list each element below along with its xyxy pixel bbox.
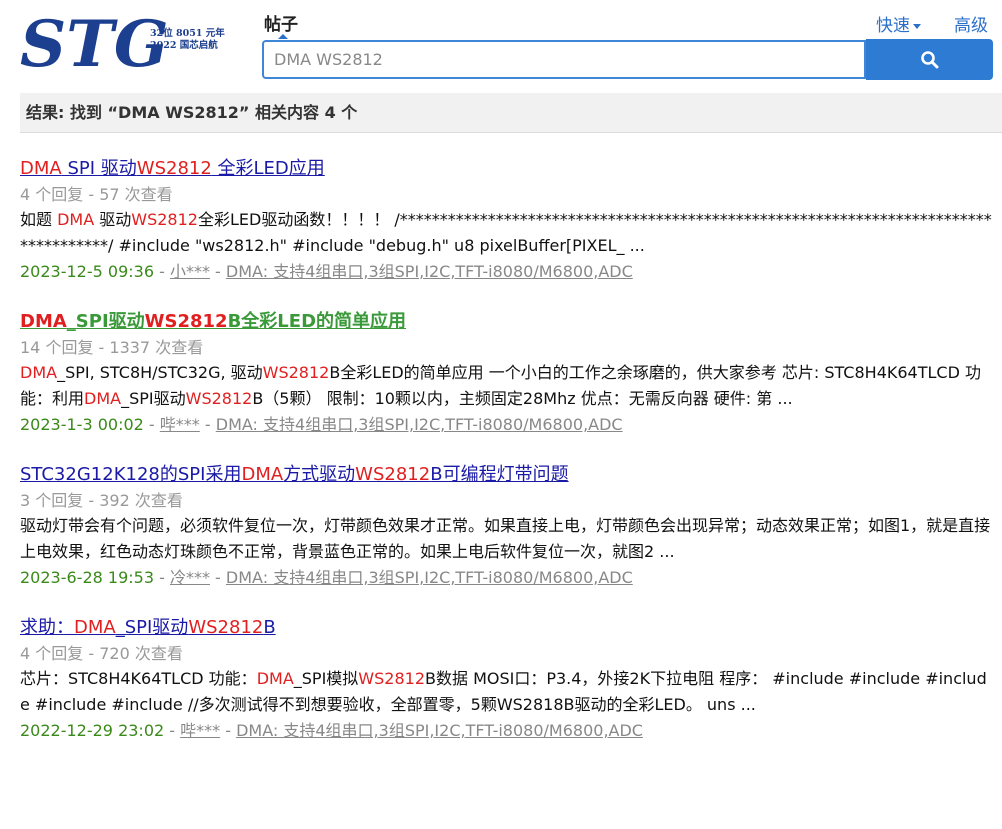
result-stats: 4 个回复 - 57 次查看: [20, 185, 173, 204]
result-date: 2023-12-5 09:36: [20, 262, 154, 281]
result-title-link[interactable]: DMA SPI 驱动WS2812 全彩LED应用: [20, 155, 995, 182]
result-snippet: DMA_SPI, STC8H/STC32G, 驱动WS2812B全彩LED的简单…: [20, 360, 995, 412]
result-author-link[interactable]: 小***: [170, 262, 210, 281]
logo-text: STG: [20, 7, 169, 80]
title-text: B全彩LED的简单应用: [227, 311, 407, 332]
title-highlight: DMA: [241, 464, 284, 485]
quick-search-dropdown[interactable]: 快速: [876, 11, 921, 36]
separator: -: [220, 721, 237, 740]
result-snippet: 芯片：STC8H4K64TLCD 功能：DMA_SPI模拟WS2812B数据 M…: [20, 666, 995, 718]
snippet-text: 驱动: [94, 210, 132, 229]
snippet-text: 驱动灯带会有个问题，必须软件复位一次，灯带颜色效果才正常。如果直接上电，灯带颜色…: [20, 516, 991, 561]
search-result: DMA SPI 驱动WS2812 全彩LED应用 4 个回复 - 57 次查看 如题…: [20, 155, 995, 285]
title-text: _SPI驱动: [66, 311, 145, 332]
snippet-text: _SPI驱动: [121, 389, 186, 408]
snippet-text: _SPI模拟: [293, 669, 359, 688]
title-text: _SPI驱动: [115, 617, 189, 638]
snippet-text: 如题: [20, 210, 58, 229]
separator: -: [209, 262, 226, 281]
search-input[interactable]: [262, 40, 866, 79]
title-highlight: DMA: [74, 617, 116, 638]
snippet-highlight: DMA: [256, 669, 294, 688]
title-text: B可编程灯带问题: [430, 464, 569, 485]
title-highlight: DMA: [20, 311, 67, 332]
snippet-highlight: DMA: [20, 363, 58, 382]
result-author-link[interactable]: 冷***: [170, 568, 210, 587]
results-list: DMA SPI 驱动WS2812 全彩LED应用 4 个回复 - 57 次查看 如题…: [20, 155, 995, 767]
result-footer: 2023-6-28 19:53 - 冷*** - DMA: 支持4组串口,3组S…: [20, 565, 995, 591]
snippet-highlight: WS2812: [131, 210, 198, 229]
separator: -: [209, 568, 226, 587]
snippet-text: B（5颗） 限制：10颗以内，主频固定28Mhz 优点：无需反向器 硬件: 第 …: [252, 389, 793, 408]
result-stats: 4 个回复 - 720 次查看: [20, 644, 183, 663]
result-date: 2023-1-3 00:02: [20, 415, 144, 434]
snippet-highlight: DMA: [84, 389, 122, 408]
result-stats: 14 个回复 - 1337 次查看: [20, 338, 204, 357]
title-highlight: WS2812: [136, 158, 212, 179]
snippet-highlight: WS2812: [358, 669, 425, 688]
results-summary: 结果: 找到 “DMA WS2812” 相关内容 4 个: [20, 93, 1002, 133]
result-snippet: 如题 DMA 驱动WS2812全彩LED驱动函数！！！！ /**********…: [20, 207, 995, 259]
advanced-search-link[interactable]: 高级: [954, 11, 988, 36]
search-result: 求助：DMA_SPI驱动WS2812B 4 个回复 - 720 次查看 芯片：STC…: [20, 614, 995, 744]
search-button[interactable]: [866, 39, 993, 80]
snippet-highlight: WS2812: [185, 389, 253, 408]
snippet-text: _SPI, STC8H/STC32G, 驱动: [57, 363, 263, 382]
title-highlight: WS2812: [355, 464, 431, 485]
search-result: STC32G12K128的SPI采用DMA方式驱动WS2812B可编程灯带问题 3…: [20, 461, 995, 591]
site-logo[interactable]: STG 32位 8051 元年 2022 国芯启航: [18, 4, 238, 80]
result-forum-link[interactable]: DMA: 支持4组串口,3组SPI,I2C,TFT-i8080/M6800,AD…: [226, 568, 633, 587]
separator: -: [164, 721, 181, 740]
header: STG 32位 8051 元年 2022 国芯启航 帖子 快速 高级: [0, 0, 1002, 92]
search-result: DMA_SPI驱动WS2812B全彩LED的简单应用 14 个回复 - 1337 …: [20, 308, 995, 438]
title-highlight: WS2812: [144, 311, 228, 332]
result-snippet: 驱动灯带会有个问题，必须软件复位一次，灯带颜色效果才正常。如果直接上电，灯带颜色…: [20, 513, 995, 565]
title-text: B: [263, 617, 276, 638]
tab-indicator: [278, 34, 288, 39]
separator: -: [154, 262, 170, 281]
separator: -: [154, 568, 170, 587]
snippet-highlight: WS2812: [262, 363, 330, 382]
separator: -: [143, 415, 160, 434]
result-footer: 2022-12-29 23:02 - 哔*** - DMA: 支持4组串口,3组…: [20, 718, 995, 744]
result-forum-link[interactable]: DMA: 支持4组串口,3组SPI,I2C,TFT-i8080/M6800,AD…: [216, 415, 623, 434]
title-text: 求助：: [20, 617, 74, 638]
result-author-link[interactable]: 哔***: [180, 721, 220, 740]
result-forum-link[interactable]: DMA: 支持4组串口,3组SPI,I2C,TFT-i8080/M6800,AD…: [226, 262, 633, 281]
result-date: 2022-12-29 23:02: [20, 721, 165, 740]
search-icon: [920, 50, 938, 68]
quick-label: 快速: [876, 16, 910, 36]
result-footer: 2023-12-5 09:36 - 小*** - DMA: 支持4组串口,3组S…: [20, 259, 995, 285]
result-date: 2023-6-28 19:53: [20, 568, 154, 587]
separator: -: [199, 415, 216, 434]
result-forum-link[interactable]: DMA: 支持4组串口,3组SPI,I2C,TFT-i8080/M6800,AD…: [236, 721, 643, 740]
snippet-highlight: DMA: [57, 210, 95, 229]
title-text: SPI 驱动: [61, 158, 137, 179]
title-highlight: WS2812: [188, 617, 264, 638]
title-text: STC32G12K128的SPI采用: [20, 464, 242, 485]
title-text: 方式驱动: [283, 464, 356, 485]
result-author-link[interactable]: 哔***: [160, 415, 200, 434]
snippet-text: 芯片：STC8H4K64TLCD 功能：: [20, 669, 257, 688]
result-stats: 3 个回复 - 392 次查看: [20, 491, 183, 510]
result-title-link[interactable]: 求助：DMA_SPI驱动WS2812B: [20, 614, 995, 641]
title-text: 全彩LED应用: [211, 158, 325, 179]
tab-posts[interactable]: 帖子: [264, 10, 298, 35]
result-footer: 2023-1-3 00:02 - 哔*** - DMA: 支持4组串口,3组SP…: [20, 412, 995, 438]
result-title-link[interactable]: STC32G12K128的SPI采用DMA方式驱动WS2812B可编程灯带问题: [20, 461, 995, 488]
result-title-link[interactable]: DMA_SPI驱动WS2812B全彩LED的简单应用: [20, 308, 995, 335]
title-highlight: DMA: [20, 158, 62, 179]
chevron-down-icon: [913, 23, 921, 29]
logo-subtitle-line2: 2022 国芯启航: [150, 39, 218, 51]
logo-subtitle-line1: 32位 8051 元年: [150, 27, 225, 39]
